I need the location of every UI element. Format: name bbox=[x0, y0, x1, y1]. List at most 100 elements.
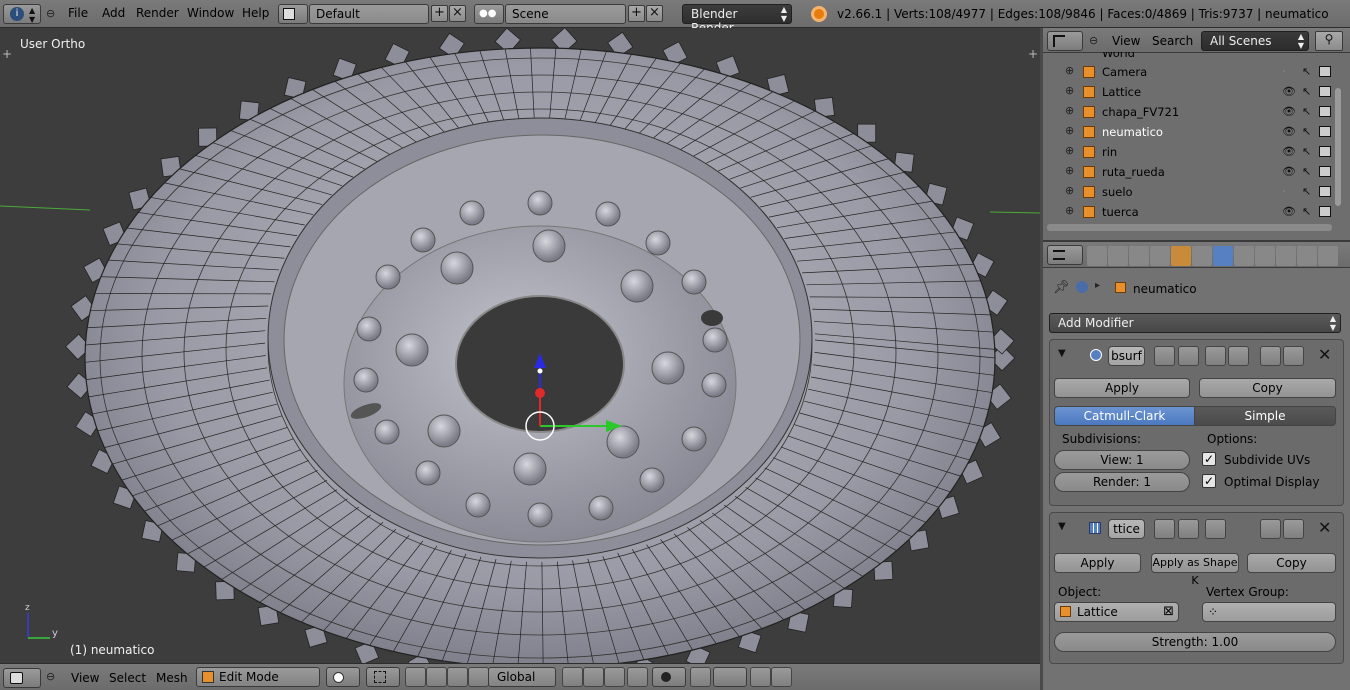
vertex-select-button[interactable] bbox=[562, 667, 583, 687]
clear-icon[interactable]: ⊠ bbox=[1163, 603, 1174, 621]
outliner-item-ruta-rueda[interactable]: ⊕ ruta_rueda 👁︎ ↖ bbox=[1043, 162, 1335, 182]
manipulator-toggle-button[interactable] bbox=[405, 667, 426, 687]
render-engine-dropdown[interactable]: Blender Render ▲▼ bbox=[682, 4, 792, 35]
menu-render[interactable]: Render bbox=[136, 6, 179, 20]
limit-selection-button[interactable] bbox=[627, 667, 648, 687]
lattice-viewport-toggle[interactable] bbox=[1178, 519, 1199, 539]
render-animation-button[interactable] bbox=[771, 667, 792, 687]
expand-icon[interactable]: ⊕ bbox=[1065, 144, 1074, 157]
outliner-menu-search[interactable]: Search bbox=[1152, 34, 1193, 48]
outliner-item-neumatico[interactable]: ⊕ neumatico 👁︎ ↖ bbox=[1043, 122, 1335, 142]
collapse-menu-icon[interactable]: ⊖ bbox=[46, 670, 55, 683]
lattice-object-field[interactable]: Lattice ⊠ bbox=[1054, 602, 1179, 622]
apply-as-shape-key-button[interactable]: Apply as Shape K bbox=[1151, 553, 1239, 587]
outliner-editor-type-button[interactable] bbox=[1047, 31, 1083, 51]
gizmo-x-handle[interactable] bbox=[535, 388, 545, 398]
cursor-select-icon[interactable]: ↖ bbox=[1302, 65, 1311, 78]
simple-button[interactable]: Simple bbox=[1194, 406, 1336, 426]
scene-selector-button[interactable]: ●● bbox=[474, 4, 504, 24]
render-layers-tab-icon[interactable] bbox=[1108, 246, 1128, 266]
subsurf-render-toggle[interactable] bbox=[1154, 346, 1175, 366]
cursor-select-icon[interactable]: ↖ bbox=[1302, 145, 1311, 158]
data-tab-icon[interactable] bbox=[1234, 246, 1254, 266]
outliner-scrollbar[interactable] bbox=[1335, 88, 1341, 206]
camera-render-icon[interactable] bbox=[1319, 86, 1331, 97]
close-icon[interactable]: ✕ bbox=[1318, 345, 1331, 364]
collapse-menu-icon[interactable]: ⊖ bbox=[1089, 34, 1098, 47]
lattice-move-down-button[interactable] bbox=[1283, 519, 1304, 539]
cursor-select-icon[interactable]: ↖ bbox=[1302, 165, 1311, 178]
layout-remove-button[interactable]: × bbox=[449, 5, 466, 22]
view3d-editor-type-button[interactable] bbox=[3, 668, 41, 688]
transform-orientation-dropdown[interactable]: Global bbox=[488, 667, 556, 687]
face-select-button[interactable] bbox=[604, 667, 625, 687]
collapse-menu-icon[interactable]: ⊖ bbox=[46, 7, 55, 20]
expand-icon[interactable]: ⊕ bbox=[1065, 104, 1074, 117]
lattice-copy-button[interactable]: Copy bbox=[1247, 553, 1336, 573]
cursor-select-icon[interactable]: ↖ bbox=[1302, 185, 1311, 198]
expand-icon[interactable]: ⊕ bbox=[1065, 124, 1074, 137]
menu-select[interactable]: Select bbox=[109, 671, 146, 685]
edge-select-button[interactable] bbox=[583, 667, 604, 687]
menu-mesh[interactable]: Mesh bbox=[156, 671, 188, 685]
lattice-apply-button[interactable]: Apply bbox=[1054, 553, 1141, 573]
outliner-item-suelo[interactable]: ⊕ suelo · ↖ bbox=[1043, 182, 1335, 202]
pin-icon[interactable]: 📌︎ bbox=[1053, 280, 1070, 295]
viewport-shading-button[interactable] bbox=[326, 667, 360, 687]
cursor-select-icon[interactable]: ↖ bbox=[1302, 205, 1311, 218]
camera-render-icon[interactable] bbox=[1319, 126, 1331, 137]
lattice-render-toggle[interactable] bbox=[1154, 519, 1175, 539]
scene-remove-button[interactable]: × bbox=[646, 5, 663, 22]
outliner-item-tuerca[interactable]: ⊕ tuerca 👁︎ ↖ bbox=[1043, 202, 1335, 222]
material-tab-icon[interactable] bbox=[1255, 246, 1275, 266]
layout-add-button[interactable]: + bbox=[431, 5, 448, 22]
lattice-move-up-button[interactable] bbox=[1260, 519, 1281, 539]
eye-icon[interactable]: 👁︎ bbox=[1282, 205, 1296, 218]
outliner-item-rin[interactable]: ⊕ rin 👁︎ ↖ bbox=[1043, 142, 1335, 162]
eye-icon[interactable]: · bbox=[1282, 65, 1286, 78]
camera-render-icon[interactable] bbox=[1319, 106, 1331, 117]
subsurf-move-down-button[interactable] bbox=[1283, 346, 1304, 366]
physics-tab-icon[interactable] bbox=[1318, 246, 1338, 266]
optimal-display-checkbox[interactable]: ✓ bbox=[1202, 474, 1216, 488]
viewport-corner-tl-icon[interactable]: + bbox=[2, 47, 12, 61]
properties-editor-type-button[interactable] bbox=[1047, 245, 1083, 265]
cursor-select-icon[interactable]: ↖ bbox=[1302, 105, 1311, 118]
eye-icon[interactable]: 👁︎ bbox=[1282, 165, 1296, 178]
outliner-display-mode-dropdown[interactable]: All Scenes ▲ ▼ bbox=[1201, 31, 1309, 51]
viewport-corner-tr-icon[interactable]: + bbox=[1028, 47, 1038, 61]
subdivisions-render-slider[interactable]: Render: 1 bbox=[1054, 472, 1190, 492]
subdivide-uvs-checkbox[interactable]: ✓ bbox=[1202, 452, 1216, 466]
render-still-button[interactable] bbox=[750, 667, 771, 687]
translate-manipulator-button[interactable] bbox=[426, 667, 447, 687]
outliner-search-button[interactable]: ⚲ bbox=[1315, 31, 1343, 51]
collapse-triangle-icon[interactable]: ▼ bbox=[1058, 348, 1066, 359]
camera-render-icon[interactable] bbox=[1319, 66, 1331, 77]
eye-icon[interactable]: 👁︎ bbox=[1282, 145, 1296, 158]
subsurf-name-field[interactable]: bsurf bbox=[1108, 346, 1145, 366]
3d-viewport[interactable]: + + User Ortho (1) neumatico z y bbox=[0, 28, 1040, 663]
subsurf-editmode-toggle[interactable] bbox=[1205, 346, 1226, 366]
subsurf-cage-toggle[interactable] bbox=[1228, 346, 1249, 366]
subsurf-move-up-button[interactable] bbox=[1260, 346, 1281, 366]
proportional-edit-button[interactable] bbox=[652, 667, 686, 687]
subsurf-viewport-toggle[interactable] bbox=[1178, 346, 1199, 366]
menu-help[interactable]: Help bbox=[242, 6, 269, 20]
camera-render-icon[interactable] bbox=[1319, 186, 1331, 197]
outliner-menu-view[interactable]: View bbox=[1112, 34, 1140, 48]
layout-selector-button[interactable] bbox=[278, 4, 308, 24]
eye-icon[interactable]: · bbox=[1282, 185, 1286, 198]
camera-render-icon[interactable] bbox=[1319, 206, 1331, 217]
expand-icon[interactable]: ⊕ bbox=[1065, 164, 1074, 177]
scene-name-field[interactable]: Scene bbox=[505, 4, 626, 24]
constraints-tab-icon[interactable] bbox=[1192, 246, 1212, 266]
scene-add-button[interactable]: + bbox=[628, 5, 645, 22]
menu-view[interactable]: View bbox=[71, 671, 99, 685]
expand-icon[interactable]: ⊕ bbox=[1065, 84, 1074, 97]
viewport-canvas[interactable]: + + bbox=[0, 28, 1040, 663]
cursor-select-icon[interactable]: ↖ bbox=[1302, 85, 1311, 98]
subdivisions-view-slider[interactable]: View: 1 bbox=[1054, 450, 1190, 470]
texture-tab-icon[interactable] bbox=[1276, 246, 1296, 266]
outliner-item-lattice[interactable]: ⊕ Lattice 👁︎ ↖ bbox=[1043, 82, 1335, 102]
menu-file[interactable]: File bbox=[68, 6, 88, 20]
